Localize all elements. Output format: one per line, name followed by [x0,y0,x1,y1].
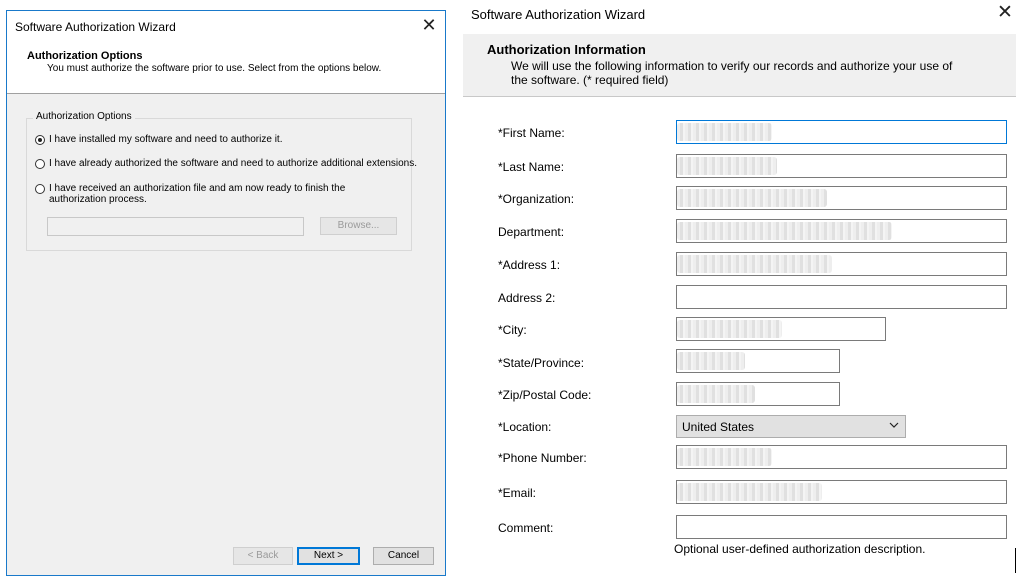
last-name-input[interactable] [676,154,1007,178]
email-label: *Email: [498,486,537,500]
redacted-value [677,255,832,273]
address-2-label: Address 2: [498,291,556,305]
redacted-value [677,320,782,338]
first-name-label: *First Name: [498,126,565,140]
radio-button[interactable] [35,159,45,169]
option-label: I have already authorized the software a… [49,158,418,169]
cancel-button[interactable]: Cancel [373,547,434,565]
zip-postal-code-input[interactable] [676,382,840,406]
state-province-label: *State/Province: [498,356,585,370]
back-button[interactable]: < Back [233,547,293,565]
location-label: *Location: [498,420,552,434]
option-label: I have received an authorization file an… [49,183,346,205]
redacted-value [677,385,755,403]
location-select[interactable]: United States [676,415,906,438]
redacted-value [677,123,772,141]
redacted-value [677,157,777,175]
redacted-value [677,352,745,370]
header-title: Authorization Options [27,50,143,62]
first-name-input[interactable] [676,120,1007,144]
group-label: Authorization Options [33,111,135,122]
organization-label: *Organization: [498,192,575,206]
authorization-information-window: Software Authorization Wizard ✕ Authoriz… [463,0,1029,581]
comment-hint: Optional user-defined authorization desc… [674,542,926,556]
option-additional-extensions[interactable]: I have already authorized the software a… [35,158,417,169]
email-input[interactable] [676,480,1007,504]
divider [1015,548,1016,573]
redacted-value [677,448,772,466]
department-input[interactable] [676,219,1007,243]
zip-postal-code-label: *Zip/Postal Code: [498,388,592,402]
authorization-file-path-input[interactable] [47,217,304,236]
browse-button[interactable]: Browse... [320,217,397,235]
header-title: Authorization Information [487,42,646,57]
window-title: Software Authorization Wizard [15,20,176,34]
next-button[interactable]: Next > [297,547,360,565]
close-icon[interactable]: ✕ [995,3,1015,23]
state-province-input[interactable] [676,349,840,373]
option-label: I have installed my software and need to… [49,134,283,145]
wizard-header: Authorization Options You must authorize… [7,41,445,94]
comment-label: Comment: [498,521,554,535]
option-authorization-file[interactable]: I have received an authorization file an… [35,183,385,205]
redacted-value [677,222,892,240]
chevron-down-icon [889,422,899,428]
header-subtitle: We will use the following information to… [511,59,953,87]
redacted-value [677,483,822,501]
phone-number-label: *Phone Number: [498,451,587,465]
city-input[interactable] [676,317,886,341]
city-label: *City: [498,323,527,337]
address-1-input[interactable] [676,252,1007,276]
redacted-value [677,189,827,207]
department-label: Department: [498,225,565,239]
close-icon[interactable]: ✕ [419,15,439,35]
radio-button[interactable] [35,135,45,145]
phone-number-input[interactable] [676,445,1007,469]
location-value: United States [682,420,755,434]
radio-button[interactable] [35,184,45,194]
last-name-label: *Last Name: [498,160,565,174]
address-1-label: *Address 1: [498,258,561,272]
authorization-options-window: Software Authorization Wizard ✕ Authoriz… [6,10,446,576]
window-title: Software Authorization Wizard [471,7,646,22]
header-subtitle: You must authorize the software prior to… [47,63,382,74]
wizard-header: Authorization Information We will use th… [463,34,1016,97]
comment-input[interactable] [676,515,1007,539]
organization-input[interactable] [676,186,1007,210]
address-2-input[interactable] [676,285,1007,309]
option-installed[interactable]: I have installed my software and need to… [35,134,282,145]
title-bar: Software Authorization Wizard ✕ [7,11,445,41]
